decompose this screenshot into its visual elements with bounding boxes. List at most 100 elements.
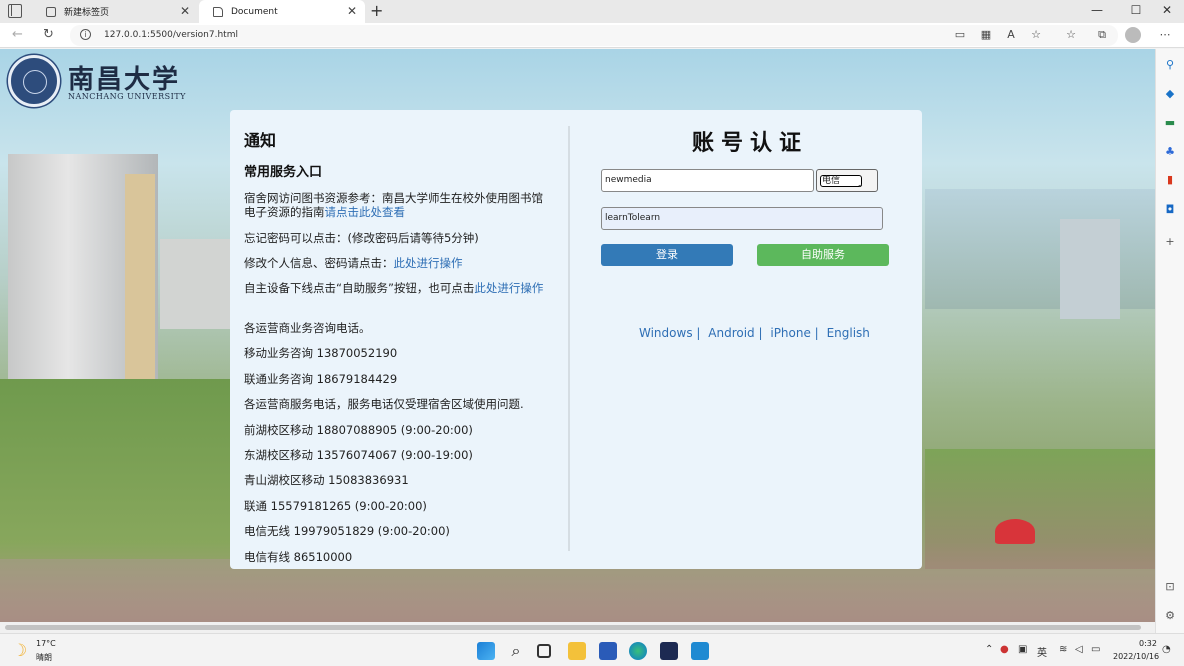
red-sculpture bbox=[995, 519, 1035, 544]
weather-description[interactable]: 晴朗 bbox=[36, 652, 52, 663]
new-tab-button[interactable]: + bbox=[370, 1, 383, 20]
self-service-button[interactable]: 自助服务 bbox=[757, 244, 889, 266]
device-offline-link[interactable]: 此处进行操作 bbox=[474, 281, 543, 295]
settings-gear-icon[interactable]: ⚙ bbox=[1163, 609, 1177, 623]
search-icon[interactable]: ⌕ bbox=[507, 642, 525, 660]
add-icon[interactable]: + bbox=[1163, 235, 1177, 249]
campus-buildings-right bbox=[925, 189, 1155, 309]
file-explorer-icon[interactable] bbox=[568, 642, 586, 660]
notifications-icon[interactable]: ◔ bbox=[1162, 644, 1171, 655]
tools-icon[interactable]: ▬ bbox=[1163, 116, 1177, 130]
tab-label: 新建标签页 bbox=[64, 8, 110, 18]
edge-sidebar: ⚲ ◆ ▬ ♣ ▮ ◘ + ⊡ ⚙ bbox=[1155, 49, 1184, 633]
minimize-button[interactable]: — bbox=[1087, 3, 1107, 17]
add-favorite-icon[interactable]: ☆ bbox=[1029, 28, 1043, 41]
back-icon[interactable]: ← bbox=[12, 27, 23, 42]
more-options-icon[interactable]: ⋯ bbox=[1158, 28, 1172, 41]
notice-line: 东湖校区移动 13576074067 (9:00-19:00) bbox=[244, 448, 473, 462]
tab-document[interactable]: Document ✕ bbox=[199, 0, 365, 23]
url-text[interactable]: 127.0.0.1:5500/version7.html bbox=[104, 30, 238, 40]
isp-selected-value: 电信 bbox=[822, 176, 841, 186]
horizontal-scrollbar[interactable] bbox=[0, 622, 1155, 633]
office-icon[interactable]: ▮ bbox=[1163, 173, 1177, 187]
weather-temperature[interactable]: 17°C bbox=[36, 639, 56, 648]
panel-divider bbox=[568, 126, 570, 551]
notice-line: 前湖校区移动 18807088905 (9:00-20:00) bbox=[244, 423, 473, 437]
windows-link[interactable]: Windows | bbox=[639, 326, 700, 340]
taskbar: ☽ 17°C 晴朗 ⌕ ⌃ ● ▣ 英 ≋ ◁ ▭ 0:32 2022/10/1… bbox=[0, 633, 1184, 666]
tab-actions-icon[interactable] bbox=[8, 4, 22, 18]
app-available-icon[interactable]: ▭ bbox=[953, 28, 967, 41]
android-link[interactable]: Android | bbox=[708, 326, 762, 340]
tab-strip: 新建标签页 ✕ Document ✕ + — ☐ ✕ bbox=[0, 0, 1184, 23]
edge-icon[interactable] bbox=[629, 642, 647, 660]
new-tab-page-icon bbox=[46, 6, 56, 17]
main-panel: 通知 常用服务入口 宿舍网访问图书资源参考：南昌大学师生在校外使用图书馆电子资源… bbox=[230, 110, 922, 569]
library-guide-link[interactable]: 请点击此处查看 bbox=[325, 205, 406, 219]
isp-select-wrapper: 电信 ⌄ bbox=[816, 169, 878, 192]
search-icon[interactable]: ⚲ bbox=[1163, 58, 1177, 72]
notice-line: 电信无线 19979051829 (9:00-20:00) bbox=[244, 524, 450, 538]
campus-building bbox=[160, 239, 230, 329]
site-info-icon[interactable]: i bbox=[80, 29, 91, 40]
refresh-icon[interactable]: ↻ bbox=[43, 27, 54, 42]
outlook-icon[interactable]: ◘ bbox=[1163, 203, 1177, 217]
tray-app-icon[interactable]: ● bbox=[1000, 644, 1009, 655]
chevron-down-icon: ⌄ bbox=[857, 180, 864, 189]
login-button[interactable]: 登录 bbox=[601, 244, 733, 266]
task-view-icon[interactable] bbox=[537, 644, 551, 658]
notice-line: 移动业务咨询 13870052190 bbox=[244, 346, 398, 360]
tab-label: Document bbox=[231, 6, 278, 17]
notice-line: 青山湖校区移动 15083836931 bbox=[244, 473, 409, 487]
notice-line: 宿舍网访问图书资源参考：南昌大学师生在校外使用图书馆电子资源的指南请点击此处查看 bbox=[244, 191, 543, 219]
notice-line: 各运营商服务电话，服务电话仅受理宿舍区域使用问题. bbox=[244, 397, 524, 411]
platform-links: Windows | Android | iPhone | English bbox=[639, 326, 874, 340]
notice-line: 电信有线 86510000 bbox=[244, 550, 353, 564]
read-aloud-icon[interactable]: A bbox=[1004, 28, 1018, 41]
password-input[interactable]: learnTolearn bbox=[601, 207, 883, 230]
sidebar-hide-icon[interactable]: ⊡ bbox=[1163, 580, 1177, 594]
maximize-button[interactable]: ☐ bbox=[1126, 3, 1146, 17]
university-seal-logo bbox=[8, 55, 60, 107]
username-input[interactable]: newmedia bbox=[601, 169, 814, 192]
volume-icon[interactable]: ◁ bbox=[1075, 644, 1083, 655]
page-icon bbox=[213, 6, 223, 17]
moon-weather-icon[interactable]: ☽ bbox=[12, 641, 27, 661]
profile-avatar[interactable] bbox=[1125, 27, 1141, 43]
qr-code-icon[interactable]: ▦ bbox=[979, 28, 993, 41]
university-name-en: NANCHANG UNIVERSITY bbox=[68, 92, 186, 101]
notice-line: 各运营商业务咨询电话。 bbox=[244, 321, 371, 335]
favorites-icon[interactable]: ☆ bbox=[1064, 28, 1078, 41]
clock-date[interactable]: 2022/10/16 bbox=[1113, 652, 1159, 661]
tray-app-icon[interactable]: ▣ bbox=[1018, 644, 1027, 655]
page-viewport: 南昌大学 NANCHANG UNIVERSITY 通知 常用服务入口 宿舍网访问… bbox=[0, 49, 1155, 622]
shopping-tag-icon[interactable]: ◆ bbox=[1163, 87, 1177, 101]
login-title: 账号认证 bbox=[692, 131, 809, 156]
wifi-icon[interactable]: ≋ bbox=[1059, 644, 1067, 655]
input-method-indicator[interactable]: 英 bbox=[1037, 644, 1047, 659]
scrollbar-thumb[interactable] bbox=[5, 625, 1141, 630]
campus-building bbox=[1060, 219, 1120, 319]
close-window-button[interactable]: ✕ bbox=[1157, 3, 1177, 17]
battery-icon[interactable]: ▭ bbox=[1091, 644, 1100, 655]
notice-line: 忘记密码可以点击：(修改密码后请等待5分钟) bbox=[244, 231, 479, 245]
notice-line: 联通业务咨询 18679184429 bbox=[244, 372, 398, 386]
games-icon[interactable]: ♣ bbox=[1163, 145, 1177, 159]
close-tab-icon[interactable]: ✕ bbox=[180, 4, 190, 18]
devcpp-icon[interactable] bbox=[660, 642, 678, 660]
isp-select[interactable]: 电信 ⌄ bbox=[820, 175, 864, 189]
iphone-link[interactable]: iPhone | bbox=[770, 326, 818, 340]
english-link[interactable]: English bbox=[827, 326, 870, 340]
university-name-cn: 南昌大学 bbox=[68, 65, 181, 95]
trees bbox=[0, 379, 230, 559]
clock-time[interactable]: 0:32 bbox=[1139, 639, 1157, 648]
store-icon[interactable] bbox=[599, 642, 617, 660]
notice-line: 自主设备下线点击“自助服务”按钮，也可点击此处进行操作 bbox=[244, 281, 544, 295]
chevron-up-icon[interactable]: ⌃ bbox=[985, 644, 993, 655]
vscode-icon[interactable] bbox=[691, 642, 709, 660]
tab-new-tab[interactable]: 新建标签页 ✕ bbox=[32, 0, 198, 23]
close-tab-icon[interactable]: ✕ bbox=[347, 4, 357, 18]
edit-profile-link[interactable]: 此处进行操作 bbox=[394, 256, 463, 270]
collections-icon[interactable]: ⧉ bbox=[1095, 28, 1109, 42]
start-icon[interactable] bbox=[477, 642, 495, 660]
